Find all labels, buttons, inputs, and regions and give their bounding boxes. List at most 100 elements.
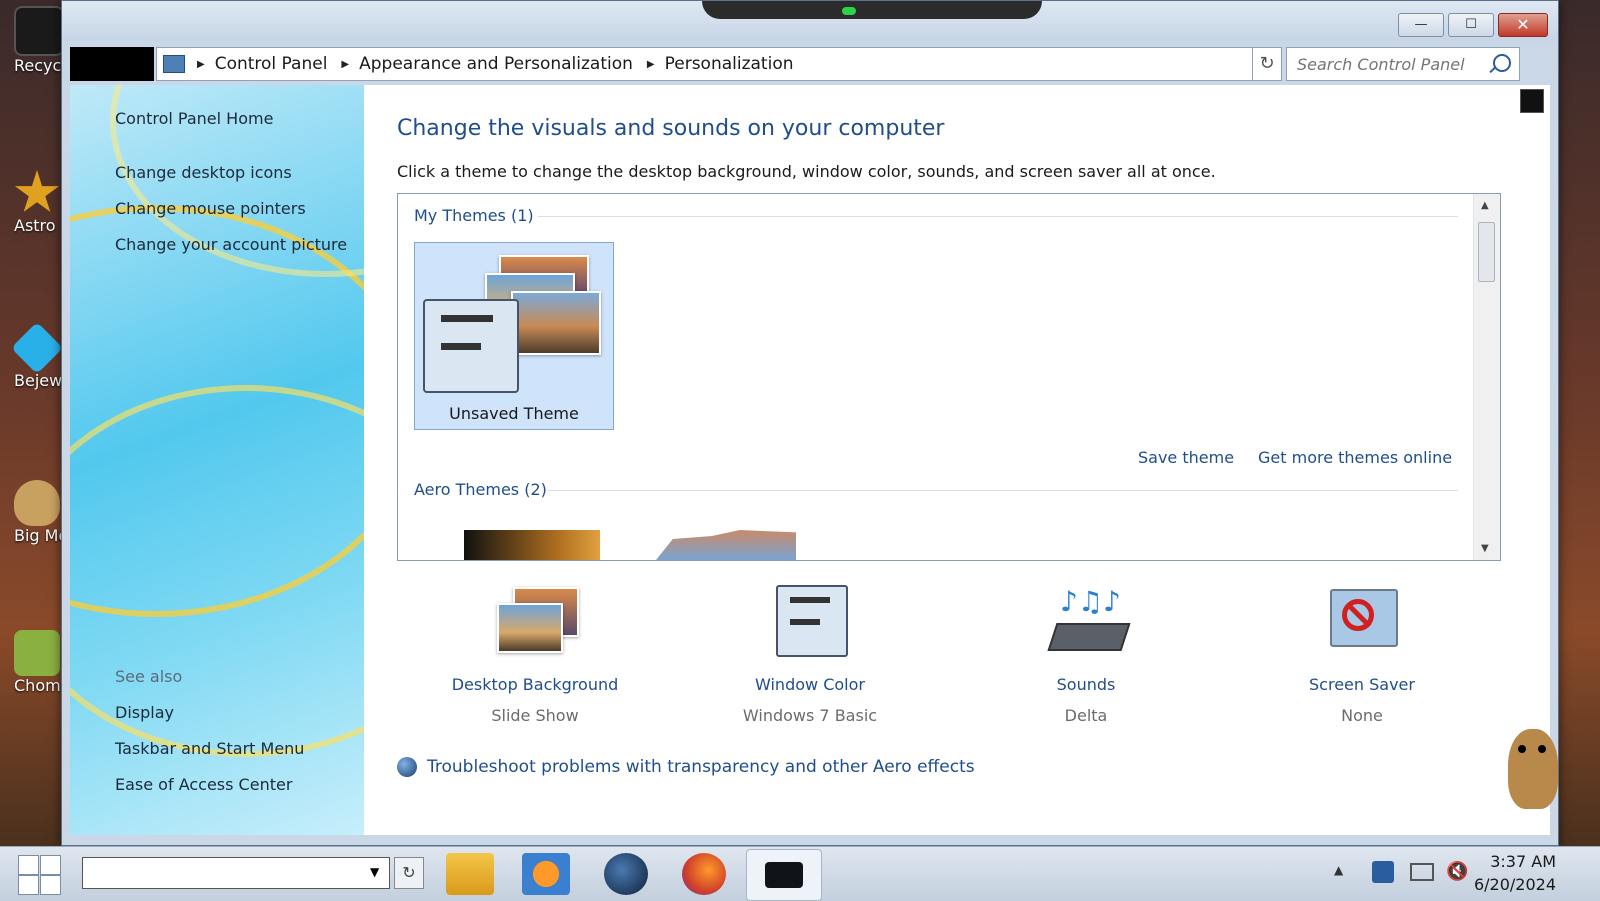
scroll-down-arrow-icon[interactable]: ▼ (1481, 543, 1489, 554)
chevron-right-icon[interactable]: ▶ (647, 59, 655, 70)
aero-theme-thumbnail[interactable] (656, 530, 796, 560)
money-bag-icon (14, 480, 60, 526)
change-account-picture-link[interactable]: Change your account picture (115, 235, 347, 254)
taskbar: ▼ ↻ ▲ 🔇 3:37 AM 6/20/2024 (0, 846, 1600, 901)
group-divider (548, 490, 1458, 491)
window-color-link[interactable]: Window Color (700, 675, 920, 694)
back-forward-buttons[interactable] (70, 47, 154, 81)
window-color-setting[interactable]: Window Color Windows 7 Basic (700, 585, 920, 725)
search-icon[interactable] (1493, 54, 1511, 72)
screen-saver-link[interactable]: Screen Saver (1252, 675, 1472, 694)
file-explorer-icon[interactable] (446, 853, 494, 895)
left-navigation-pane: Control Panel Home Change desktop icons … (70, 85, 364, 835)
firefox-icon[interactable] (682, 853, 726, 895)
theme-settings-row: Desktop Background Slide Show Window Col… (397, 585, 1499, 725)
globe-app-icon[interactable] (604, 853, 648, 895)
my-themes-header[interactable]: My Themes (1) (414, 206, 534, 225)
clock-time[interactable]: 3:37 AM (1490, 852, 1556, 871)
search-box[interactable] (1286, 47, 1520, 81)
change-desktop-icons-link[interactable]: Change desktop icons (115, 163, 292, 182)
chevron-down-icon[interactable]: ▼ (370, 865, 379, 879)
title-notch-decoration (702, 1, 1042, 19)
clock-date[interactable]: 6/20/2024 (1474, 875, 1556, 894)
desktop-background-icon (495, 585, 579, 657)
star-icon (14, 170, 60, 212)
get-more-themes-link[interactable]: Get more themes online (1258, 448, 1452, 467)
desktop-icon-label: Big Money Deluxe (14, 526, 62, 545)
help-icon[interactable] (1520, 89, 1544, 113)
desktop-icon-big-money[interactable]: Big Money Deluxe (0, 480, 62, 545)
aero-themes-header[interactable]: Aero Themes (2) (414, 480, 547, 499)
sounds-link[interactable]: Sounds (976, 675, 1196, 694)
title-bar[interactable]: — ☐ ✕ (62, 1, 1558, 41)
themes-scrollbar[interactable]: ▲ ▼ (1473, 194, 1500, 560)
show-hidden-icons-button[interactable]: ▲ (1334, 863, 1343, 877)
gopher-character (1500, 715, 1570, 815)
theme-label: Unsaved Theme (449, 404, 579, 423)
sounds-setting[interactable]: ♪♫♪ Sounds Delta (976, 585, 1196, 725)
desktop-icon-astro[interactable]: Astro Deluxe (0, 170, 62, 235)
breadcrumb[interactable]: ▶ Control Panel ▶ Appearance and Persona… (156, 47, 1276, 81)
window-color-value: Windows 7 Basic (742, 706, 878, 725)
start-button[interactable] (18, 855, 61, 895)
desktop-icon-label: Bejeweled Deluxe (14, 371, 62, 390)
control-panel-icon (163, 55, 185, 73)
troubleshoot-icon (397, 757, 417, 777)
taskbar-address-input[interactable] (82, 857, 390, 889)
chevron-right-icon[interactable]: ▶ (341, 59, 349, 70)
chomp-icon (14, 630, 60, 676)
action-center-icon[interactable] (1410, 863, 1434, 881)
search-input[interactable] (1295, 48, 1489, 80)
save-theme-link[interactable]: Save theme (1138, 448, 1234, 467)
minimize-button[interactable]: — (1398, 13, 1444, 37)
taskbar-start-menu-link[interactable]: Taskbar and Start Menu (115, 739, 304, 758)
screen-saver-setting[interactable]: Screen Saver None (1252, 585, 1472, 725)
change-mouse-pointers-link[interactable]: Change mouse pointers (115, 199, 306, 218)
troubleshoot-row: Troubleshoot problems with transparency … (397, 757, 975, 777)
unsaved-theme-tile[interactable]: Unsaved Theme (414, 242, 614, 430)
media-player-icon[interactable] (522, 853, 570, 895)
desktop-icon-label: Astro Deluxe (14, 216, 62, 235)
window-color-icon (770, 585, 850, 657)
chevron-right-icon[interactable]: ▶ (197, 59, 205, 70)
notch-light (842, 7, 856, 15)
close-button[interactable]: ✕ (1498, 13, 1548, 37)
desktop-icon-recycle-bin[interactable]: Recycle Bin (0, 6, 64, 75)
swirl-decoration (70, 385, 364, 757)
desktop-icon-label: Chomp (14, 676, 62, 695)
desktop-icon-chomp[interactable]: Chomp (0, 630, 62, 695)
gem-icon (10, 321, 64, 375)
desktop-background-link[interactable]: Desktop Background (425, 675, 645, 694)
window-preview-icon (423, 299, 519, 393)
taskbar-refresh-button[interactable]: ↻ (394, 857, 424, 889)
scroll-up-arrow-icon[interactable]: ▲ (1481, 200, 1489, 211)
aero-theme-thumbnail[interactable] (464, 530, 600, 560)
maximize-button[interactable]: ☐ (1448, 13, 1494, 37)
refresh-button[interactable]: ↻ (1252, 47, 1282, 81)
breadcrumb-control-panel[interactable]: Control Panel (215, 54, 328, 74)
desktop-icon-bejeweled[interactable]: Bejeweled Deluxe (0, 321, 64, 390)
control-panel-home-link[interactable]: Control Panel Home (115, 109, 273, 128)
desktop-background-setting[interactable]: Desktop Background Slide Show (425, 585, 645, 725)
display-link[interactable]: Display (115, 703, 174, 722)
recycle-bin-icon (14, 6, 64, 56)
page-title: Change the visuals and sounds on your co… (397, 116, 945, 141)
screen-saver-icon (1322, 585, 1402, 657)
desktop-background-value: Slide Show (491, 706, 579, 725)
control-panel-taskbar-button[interactable] (746, 849, 822, 901)
scroll-thumb[interactable] (1478, 222, 1495, 282)
ease-of-access-link[interactable]: Ease of Access Center (115, 775, 292, 794)
group-divider (538, 216, 1458, 217)
theme-photo (511, 291, 601, 355)
breadcrumb-personalization[interactable]: Personalization (665, 54, 794, 74)
control-panel-taskbar-icon (765, 862, 803, 888)
network-tray-icon[interactable] (1372, 861, 1394, 883)
breadcrumb-appearance[interactable]: Appearance and Personalization (359, 54, 633, 74)
troubleshoot-link[interactable]: Troubleshoot problems with transparency … (427, 757, 975, 777)
sounds-icon: ♪♫♪ (1046, 585, 1131, 657)
desktop-icon-label: Recycle Bin (14, 56, 62, 75)
volume-muted-icon[interactable]: 🔇 (1446, 861, 1468, 883)
screen-saver-value: None (1341, 706, 1383, 725)
see-also-heading: See also (115, 667, 183, 686)
themes-list: My Themes (1) Unsaved Theme Save theme G… (397, 193, 1501, 561)
